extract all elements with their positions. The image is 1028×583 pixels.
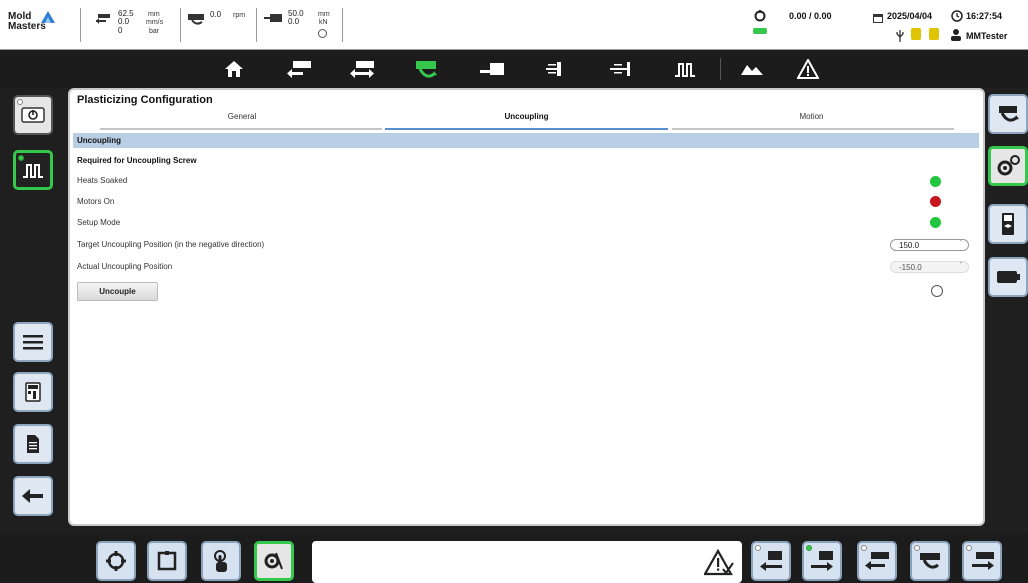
- uncouple-status-indicator: [931, 285, 943, 297]
- target-uncoupling-position-label: Target Uncoupling Position (in the negat…: [77, 240, 265, 249]
- condition-label-heats-soaked: Heats Soaked: [77, 176, 128, 185]
- carriage-icon[interactable]: [347, 56, 377, 82]
- mold-masters-logo: Mold Masters: [8, 9, 64, 41]
- carriage-forward-icon[interactable]: [802, 541, 842, 581]
- clock-icon: [951, 9, 963, 27]
- screw-rpm-icon: [186, 10, 208, 33]
- screen-monitor-icon[interactable]: [988, 204, 1028, 244]
- plasticizing-icon[interactable]: [988, 94, 1028, 134]
- cycle-status-led: [753, 28, 767, 34]
- tab-uncoupling[interactable]: Uncoupling: [385, 112, 668, 128]
- ejector-icon[interactable]: [540, 56, 570, 82]
- status-bar: Mold Masters 62.5 0.0 0 mm mm/s bar 0.0 …: [0, 0, 1028, 50]
- condition-label-motors-on: Motors On: [77, 197, 115, 206]
- injection-forward-icon[interactable]: [962, 541, 1002, 581]
- actual-uncoupling-position-label: Actual Uncoupling Position: [77, 262, 173, 271]
- plasticizing-icon[interactable]: [411, 56, 441, 82]
- tab-general[interactable]: General: [92, 112, 392, 128]
- storage-icon: [929, 28, 939, 40]
- injection-back-icon[interactable]: [857, 541, 897, 581]
- carriage-back-icon[interactable]: [751, 541, 791, 581]
- main-navigation: [0, 50, 1028, 88]
- motors-on-status-led: [930, 196, 941, 207]
- heats-icon[interactable]: [13, 150, 53, 190]
- screw-rotate-icon[interactable]: [910, 541, 950, 581]
- back-arrow-icon[interactable]: [13, 476, 53, 516]
- calendar-icon: [873, 10, 883, 28]
- alarm-warning-icon[interactable]: [793, 56, 823, 82]
- home-icon[interactable]: [219, 56, 249, 82]
- storage-icon: [911, 28, 921, 40]
- condition-label-setup-mode: Setup Mode: [77, 218, 121, 227]
- section-header: Uncoupling: [73, 133, 979, 148]
- carriage-indicator: [318, 29, 327, 38]
- bottom-action-bar: [0, 533, 1028, 583]
- target-uncoupling-position-field[interactable]: 150.0 °: [890, 239, 969, 251]
- usb-icon: [895, 29, 905, 47]
- setup-mode-status-led: [930, 217, 941, 228]
- core-icon[interactable]: [605, 56, 635, 82]
- heats-soaked-status-led: [930, 176, 941, 187]
- cycle-start-icon[interactable]: [96, 541, 136, 581]
- cycle-icon: [754, 9, 766, 27]
- alarm-acknowledge-icon[interactable]: [703, 548, 734, 582]
- touch-hand-icon[interactable]: [201, 541, 241, 581]
- tab-motion[interactable]: Motion: [670, 112, 953, 128]
- calculator-icon[interactable]: [13, 372, 53, 412]
- document-icon[interactable]: [13, 424, 53, 464]
- active-tab-indicator: [385, 128, 668, 130]
- settings-gears-icon[interactable]: [988, 146, 1028, 186]
- actual-uncoupling-position-value: -150.0 °: [890, 261, 969, 273]
- page-title: Plasticizing Configuration: [77, 94, 213, 106]
- settings-cog-icon[interactable]: [254, 541, 294, 581]
- heats-icon[interactable]: [670, 56, 700, 82]
- power-icon[interactable]: [13, 95, 53, 135]
- clamp-icon[interactable]: [477, 56, 507, 82]
- menu-icon[interactable]: [13, 322, 53, 362]
- injection-unit-icon: [94, 12, 112, 31]
- alarm-message-box[interactable]: [312, 541, 742, 583]
- plasticizing-configuration-panel: Plasticizing Configuration General Uncou…: [68, 88, 985, 526]
- user-icon[interactable]: [951, 28, 961, 46]
- stop-square-icon[interactable]: [147, 541, 187, 581]
- battery-icon[interactable]: [988, 257, 1028, 297]
- uncouple-button[interactable]: Uncouple: [77, 282, 158, 301]
- mold-icon[interactable]: [737, 56, 767, 82]
- carriage-position-icon: [262, 12, 284, 31]
- subsection-title: Required for Uncoupling Screw: [77, 156, 197, 165]
- injection-icon[interactable]: [284, 56, 314, 82]
